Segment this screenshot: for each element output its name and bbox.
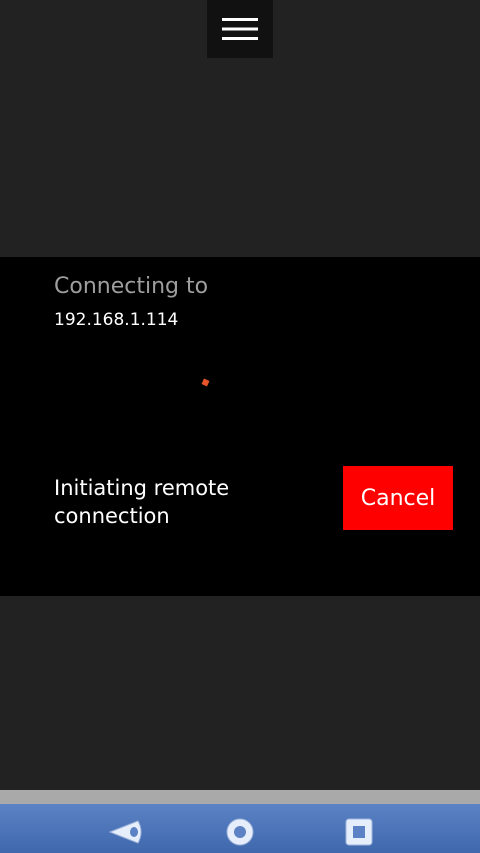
back-icon <box>108 820 142 844</box>
cancel-button[interactable]: Cancel <box>343 466 453 530</box>
home-button[interactable] <box>225 817 255 847</box>
app-screen: Connecting to 192.168.1.114 Initiating r… <box>0 0 480 853</box>
host-address: 192.168.1.114 <box>54 310 179 330</box>
status-message: Initiating remote connection <box>54 476 230 528</box>
system-nav-bar <box>0 804 480 853</box>
nav-divider <box>0 790 480 804</box>
loading-spinner-icon <box>201 378 210 387</box>
recent-apps-icon <box>345 818 373 846</box>
home-icon <box>226 818 254 846</box>
menu-button[interactable] <box>207 0 273 58</box>
hamburger-menu-icon <box>222 18 258 40</box>
recent-apps-button[interactable] <box>344 817 374 847</box>
back-button[interactable] <box>108 817 144 847</box>
dialog-title: Connecting to <box>54 274 209 299</box>
